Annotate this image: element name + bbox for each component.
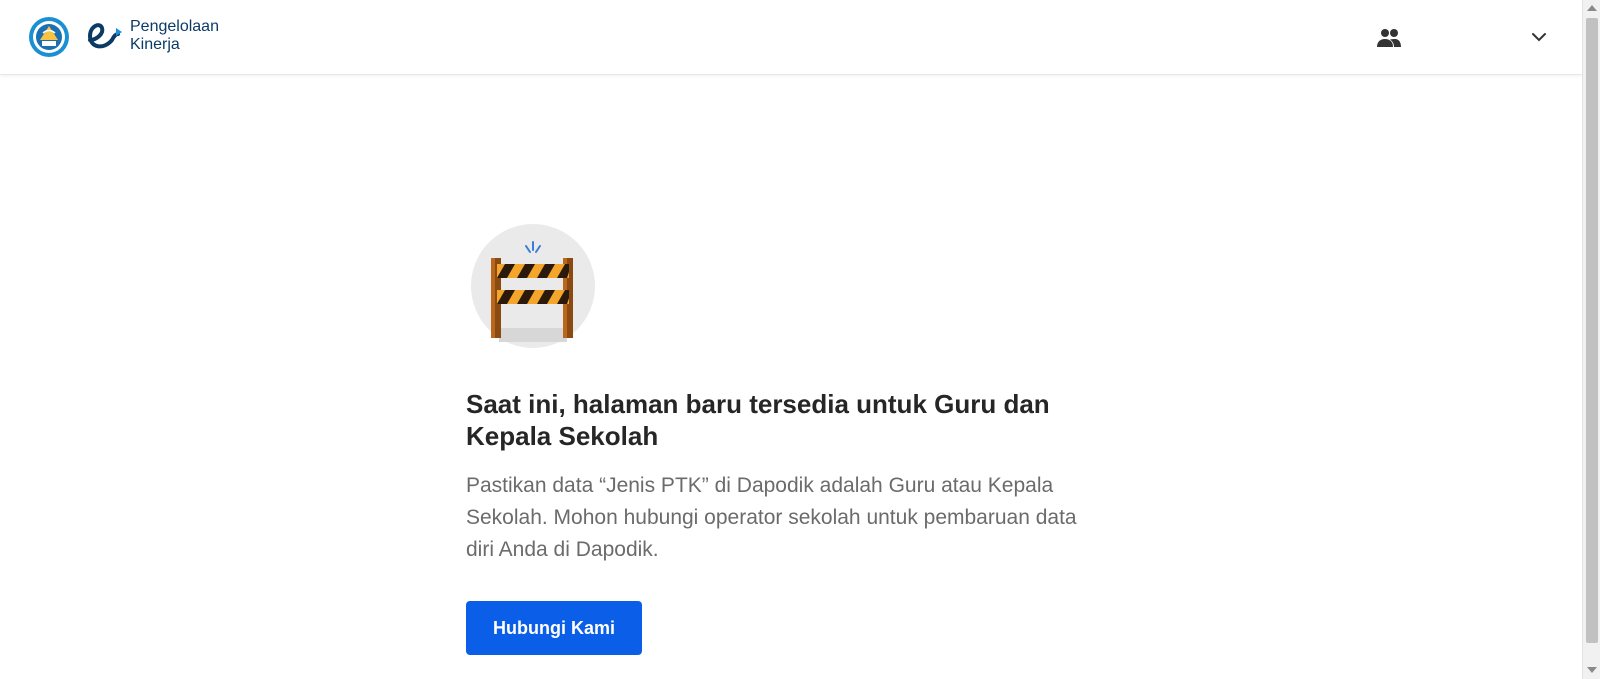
- tut-wuri-handayani-logo[interactable]: [28, 16, 70, 58]
- scrollbar-thumb[interactable]: [1586, 18, 1598, 643]
- road-barrier-illustration: [471, 224, 595, 348]
- pengelolaan-kinerja-logo[interactable]: [86, 18, 130, 54]
- scroll-up-arrow-icon[interactable]: [1587, 5, 1597, 11]
- app-name-line2: Kinerja: [130, 36, 180, 53]
- page: Pengelolaan Kinerja Saat ini, halaman ba…: [0, 0, 1600, 679]
- contact-us-button[interactable]: Hubungi Kami: [466, 601, 642, 655]
- vertical-scrollbar[interactable]: [1582, 0, 1600, 679]
- top-navbar: Pengelolaan Kinerja: [0, 0, 1582, 75]
- info-description: Pastikan data “Jenis PTK” di Dapodik ada…: [466, 474, 1077, 561]
- scroll-down-arrow-icon[interactable]: [1587, 667, 1597, 673]
- app-name-line1: Pengelolaan: [130, 18, 219, 35]
- people-icon[interactable]: [1376, 27, 1402, 49]
- app-name[interactable]: Pengelolaan Kinerja: [130, 18, 219, 54]
- page-title: Saat ini, halaman baru tersedia untuk Gu…: [466, 389, 1050, 451]
- chevron-down-icon[interactable]: [1530, 30, 1548, 44]
